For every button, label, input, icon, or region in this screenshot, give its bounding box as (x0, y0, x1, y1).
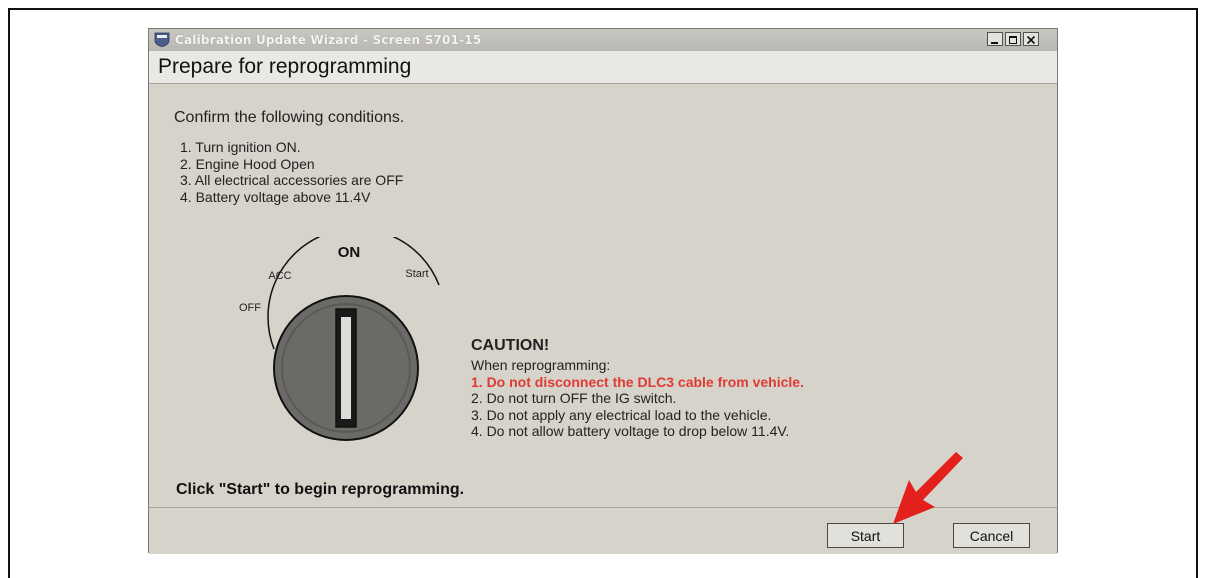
page-heading-bar: Prepare for reprogramming (149, 51, 1057, 84)
minimize-button[interactable] (987, 32, 1003, 46)
caution-title: CAUTION! (471, 337, 550, 354)
condition-item: 2. Engine Hood Open (180, 155, 315, 172)
maximize-button[interactable] (1005, 32, 1021, 46)
caution-block: CAUTION! When reprogramming: 1. Do not d… (471, 337, 804, 440)
acc-label: ACC (268, 270, 291, 282)
caution-subtitle: When reprogramming: (471, 357, 611, 373)
conditions-list: 1. Turn ignition ON. 2. Engine Hood Open… (180, 139, 403, 205)
condition-item: 1. Turn ignition ON. (180, 139, 301, 155)
red-pointer-arrow-icon (893, 452, 963, 524)
ignition-key-diagram: ON ACC Start OFF (239, 237, 440, 441)
off-label: OFF (239, 302, 261, 314)
caution-item: 4. Do not allow battery voltage to drop … (471, 423, 790, 439)
caution-item-highlighted: 1. Do not disconnect the DLC3 cable from… (471, 373, 804, 390)
minimize-icon (991, 42, 998, 44)
condition-item: 4. Battery voltage above 11.4V (180, 188, 371, 205)
maximize-icon (1009, 36, 1017, 44)
caution-item: 3. Do not apply any electrical load to t… (471, 406, 772, 423)
on-label: ON (338, 244, 361, 261)
start-position-label: Start (405, 268, 428, 280)
close-button[interactable] (1023, 32, 1039, 46)
condition-item: 3. All electrical accessories are OFF (180, 172, 404, 188)
close-icon (1026, 35, 1036, 45)
instruction-text: Click "Start" to begin reprogramming. (176, 481, 465, 498)
caution-item: 2. Do not turn OFF the IG switch. (471, 390, 677, 406)
window-title: Calibration Update Wizard - Screen S701-… (175, 33, 482, 47)
app-shield-icon (154, 32, 170, 47)
intro-text: Confirm the following conditions. (174, 109, 405, 126)
title-bar[interactable]: Calibration Update Wizard - Screen S701-… (149, 29, 1057, 52)
page-title: Prepare for reprogramming (158, 55, 412, 78)
